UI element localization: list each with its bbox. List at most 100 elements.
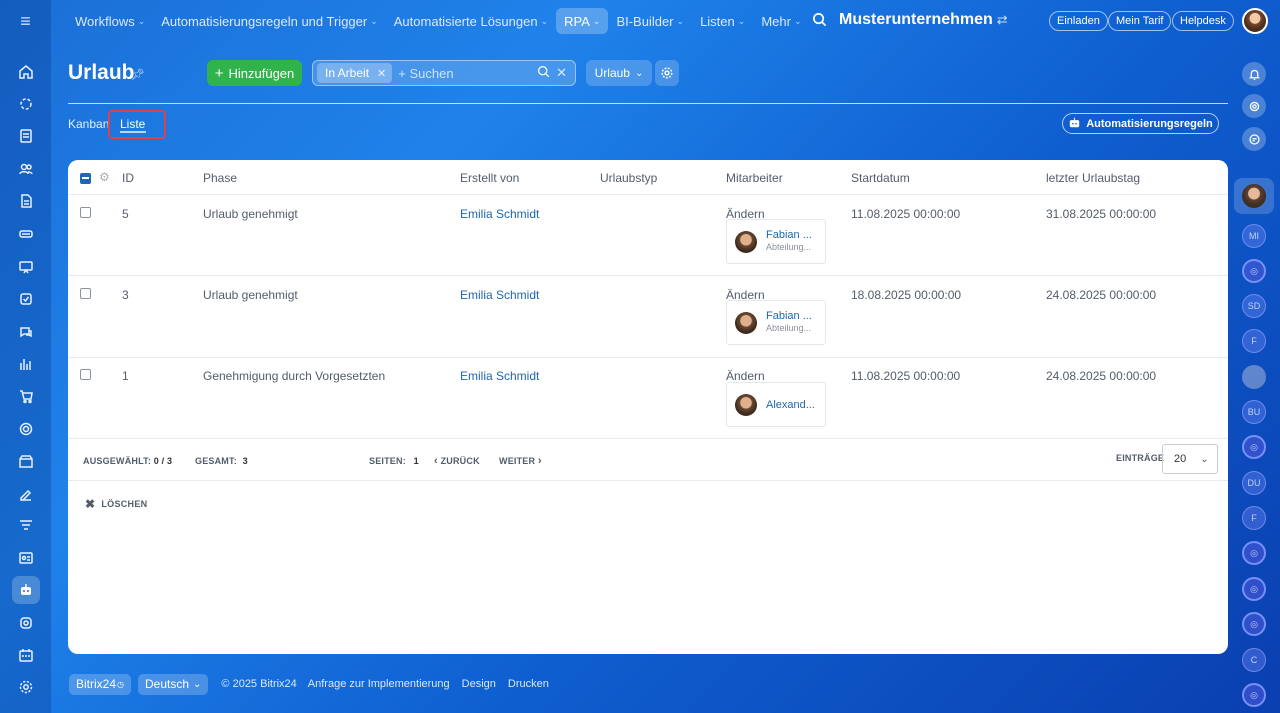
chat-group-icon[interactable]: ◎ — [1242, 612, 1266, 636]
chat-avatar-f[interactable]: F — [1242, 329, 1266, 353]
menu-icon[interactable]: ≡ — [13, 11, 38, 31]
analytics-icon[interactable] — [12, 350, 40, 378]
row-creator-link[interactable]: Emilia Schmidt — [460, 207, 539, 221]
view-tab-list[interactable]: Liste — [108, 110, 166, 139]
messages-icon[interactable] — [1242, 127, 1266, 151]
search-icon[interactable] — [812, 12, 827, 31]
settings-icon[interactable] — [12, 673, 40, 701]
next-page-button[interactable]: WEITER › — [499, 455, 542, 467]
employee-card[interactable]: Fabian ... Abteilung... — [726, 300, 826, 345]
column-header-start-date[interactable]: Startdatum — [851, 171, 910, 185]
view-tab-kanban[interactable]: Kanban — [68, 117, 109, 131]
chat-avatar-photo[interactable] — [1242, 365, 1266, 389]
chat-avatar-f2[interactable]: F — [1242, 506, 1266, 530]
chat-avatar-bu[interactable]: BU — [1242, 400, 1266, 424]
filter-icon[interactable] — [12, 512, 40, 540]
chat-avatar-mi[interactable]: MI — [1242, 224, 1266, 248]
calendar-icon[interactable] — [12, 641, 40, 669]
employee-name[interactable]: Alexand... — [766, 399, 815, 411]
nav-workflows[interactable]: Workflows ⌄ — [67, 8, 153, 34]
column-header-phase[interactable]: Phase — [203, 171, 237, 185]
shop-icon[interactable] — [12, 382, 40, 410]
workflow-icon[interactable] — [12, 90, 40, 118]
sign-icon[interactable] — [12, 480, 40, 508]
row-checkbox[interactable] — [80, 288, 91, 299]
nav-more[interactable]: Mehr ⌄ — [753, 8, 809, 34]
id-card-icon[interactable] — [12, 544, 40, 572]
implementation-link[interactable]: Anfrage zur Implementierung — [308, 678, 450, 690]
company-name[interactable]: Musterunternehmen ⇄ — [839, 11, 1008, 29]
employee-card[interactable]: Fabian ... Abteilung... — [726, 219, 826, 264]
filter-search-box[interactable]: In Arbeit ✕ ✕ — [312, 60, 576, 86]
column-header-vacation-type[interactable]: Urlaubstyp — [600, 171, 657, 185]
language-select[interactable]: Deutsch ⌄ — [138, 673, 209, 695]
chat-avatar-du[interactable]: DU — [1242, 471, 1266, 495]
employee-name[interactable]: Fabian ... — [766, 310, 812, 322]
column-header-created-by[interactable]: Erstellt von — [460, 171, 519, 185]
drive-icon[interactable] — [12, 220, 40, 248]
chat-group-icon[interactable]: ◎ — [1242, 435, 1266, 459]
chat-icon[interactable] — [12, 318, 40, 346]
pin-icon[interactable]: 📌︎ — [131, 68, 145, 81]
column-header-id[interactable]: ID — [122, 171, 134, 185]
entries-per-page-select[interactable]: 20 ⌄ — [1162, 444, 1218, 474]
invite-button[interactable]: Einladen — [1049, 11, 1108, 31]
nav-automation-rules[interactable]: Automatisierungsregeln und Trigger ⌄ — [153, 8, 386, 34]
home-icon[interactable] — [12, 58, 40, 86]
column-settings-icon[interactable]: ⚙ — [99, 170, 110, 184]
gear-icon[interactable] — [655, 60, 679, 86]
copilot-icon[interactable] — [1242, 94, 1266, 118]
select-all-checkbox[interactable] — [80, 173, 91, 184]
row-phase: Genehmigung durch Vorgesetzten — [203, 369, 386, 383]
row-checkbox[interactable] — [80, 207, 91, 218]
clear-icon[interactable]: ✕ — [556, 65, 567, 81]
nav-bi-builder[interactable]: BI-Builder ⌄ — [608, 8, 692, 34]
chat-user-avatar-active[interactable] — [1234, 178, 1274, 214]
entity-select-label: Urlaub — [594, 66, 630, 80]
chat-group-icon[interactable]: ◎ — [1242, 577, 1266, 601]
bitrix24-logo[interactable]: Bitrix24 ◷ — [69, 673, 131, 695]
my-tariff-button[interactable]: Mein Tarif — [1108, 11, 1172, 31]
print-link[interactable]: Drucken — [508, 678, 549, 690]
add-button[interactable]: + Hinzufügen — [207, 60, 302, 86]
nav-automated-solutions[interactable]: Automatisierte Lösungen ⌄ — [386, 8, 556, 34]
nav-rpa[interactable]: RPA ⌄ — [556, 8, 609, 34]
search-input[interactable] — [398, 65, 538, 81]
user-avatar[interactable] — [1242, 8, 1268, 34]
chat-group-icon[interactable]: ◎ — [1242, 683, 1266, 707]
chat-group-icon[interactable]: ◎ — [1242, 541, 1266, 565]
employee-card[interactable]: Alexand... — [726, 382, 826, 427]
delete-button[interactable]: ✖ LÖSCHEN — [85, 497, 147, 511]
chat-avatar-c[interactable]: C — [1242, 648, 1266, 672]
row-checkbox[interactable] — [80, 369, 91, 380]
row-creator-link[interactable]: Emilia Schmidt — [460, 369, 539, 383]
helpdesk-button[interactable]: Helpdesk — [1172, 11, 1234, 31]
chat-group-icon[interactable]: ◎ — [1242, 259, 1266, 283]
camera-icon[interactable] — [12, 609, 40, 637]
row-change-link[interactable]: Ändern — [726, 369, 765, 383]
filter-chip-label: In Arbeit — [325, 66, 370, 80]
presentation-icon[interactable] — [12, 253, 40, 281]
nav-lists[interactable]: Listen ⌄ — [692, 8, 753, 34]
tasks-icon[interactable] — [12, 285, 40, 313]
feed-icon[interactable] — [12, 122, 40, 150]
store-icon[interactable] — [12, 447, 40, 475]
entity-select[interactable]: Urlaub ⌄ — [586, 60, 652, 86]
column-header-last-day[interactable]: letzter Urlaubstag — [1046, 171, 1140, 185]
search-icon[interactable] — [537, 65, 550, 81]
documents-icon[interactable] — [12, 187, 40, 215]
nav-label: Automatisierungsregeln und Trigger — [161, 13, 368, 29]
chat-avatar-sd[interactable]: SD — [1242, 294, 1266, 318]
automation-rules-button[interactable]: Automatisierungsregeln — [1062, 113, 1219, 134]
filter-chip[interactable]: In Arbeit ✕ — [317, 63, 393, 83]
contacts-icon[interactable] — [12, 155, 40, 183]
design-link[interactable]: Design — [462, 678, 496, 690]
target-icon[interactable] — [12, 415, 40, 443]
column-header-employee[interactable]: Mitarbeiter — [726, 171, 783, 185]
row-creator-link[interactable]: Emilia Schmidt — [460, 288, 539, 302]
bell-icon[interactable] — [1242, 62, 1266, 86]
close-icon[interactable]: ✕ — [377, 67, 386, 80]
employee-name[interactable]: Fabian ... — [766, 229, 812, 241]
previous-page-button[interactable]: ‹ ZURÜCK — [434, 455, 480, 467]
rpa-robot-icon[interactable] — [12, 576, 40, 604]
